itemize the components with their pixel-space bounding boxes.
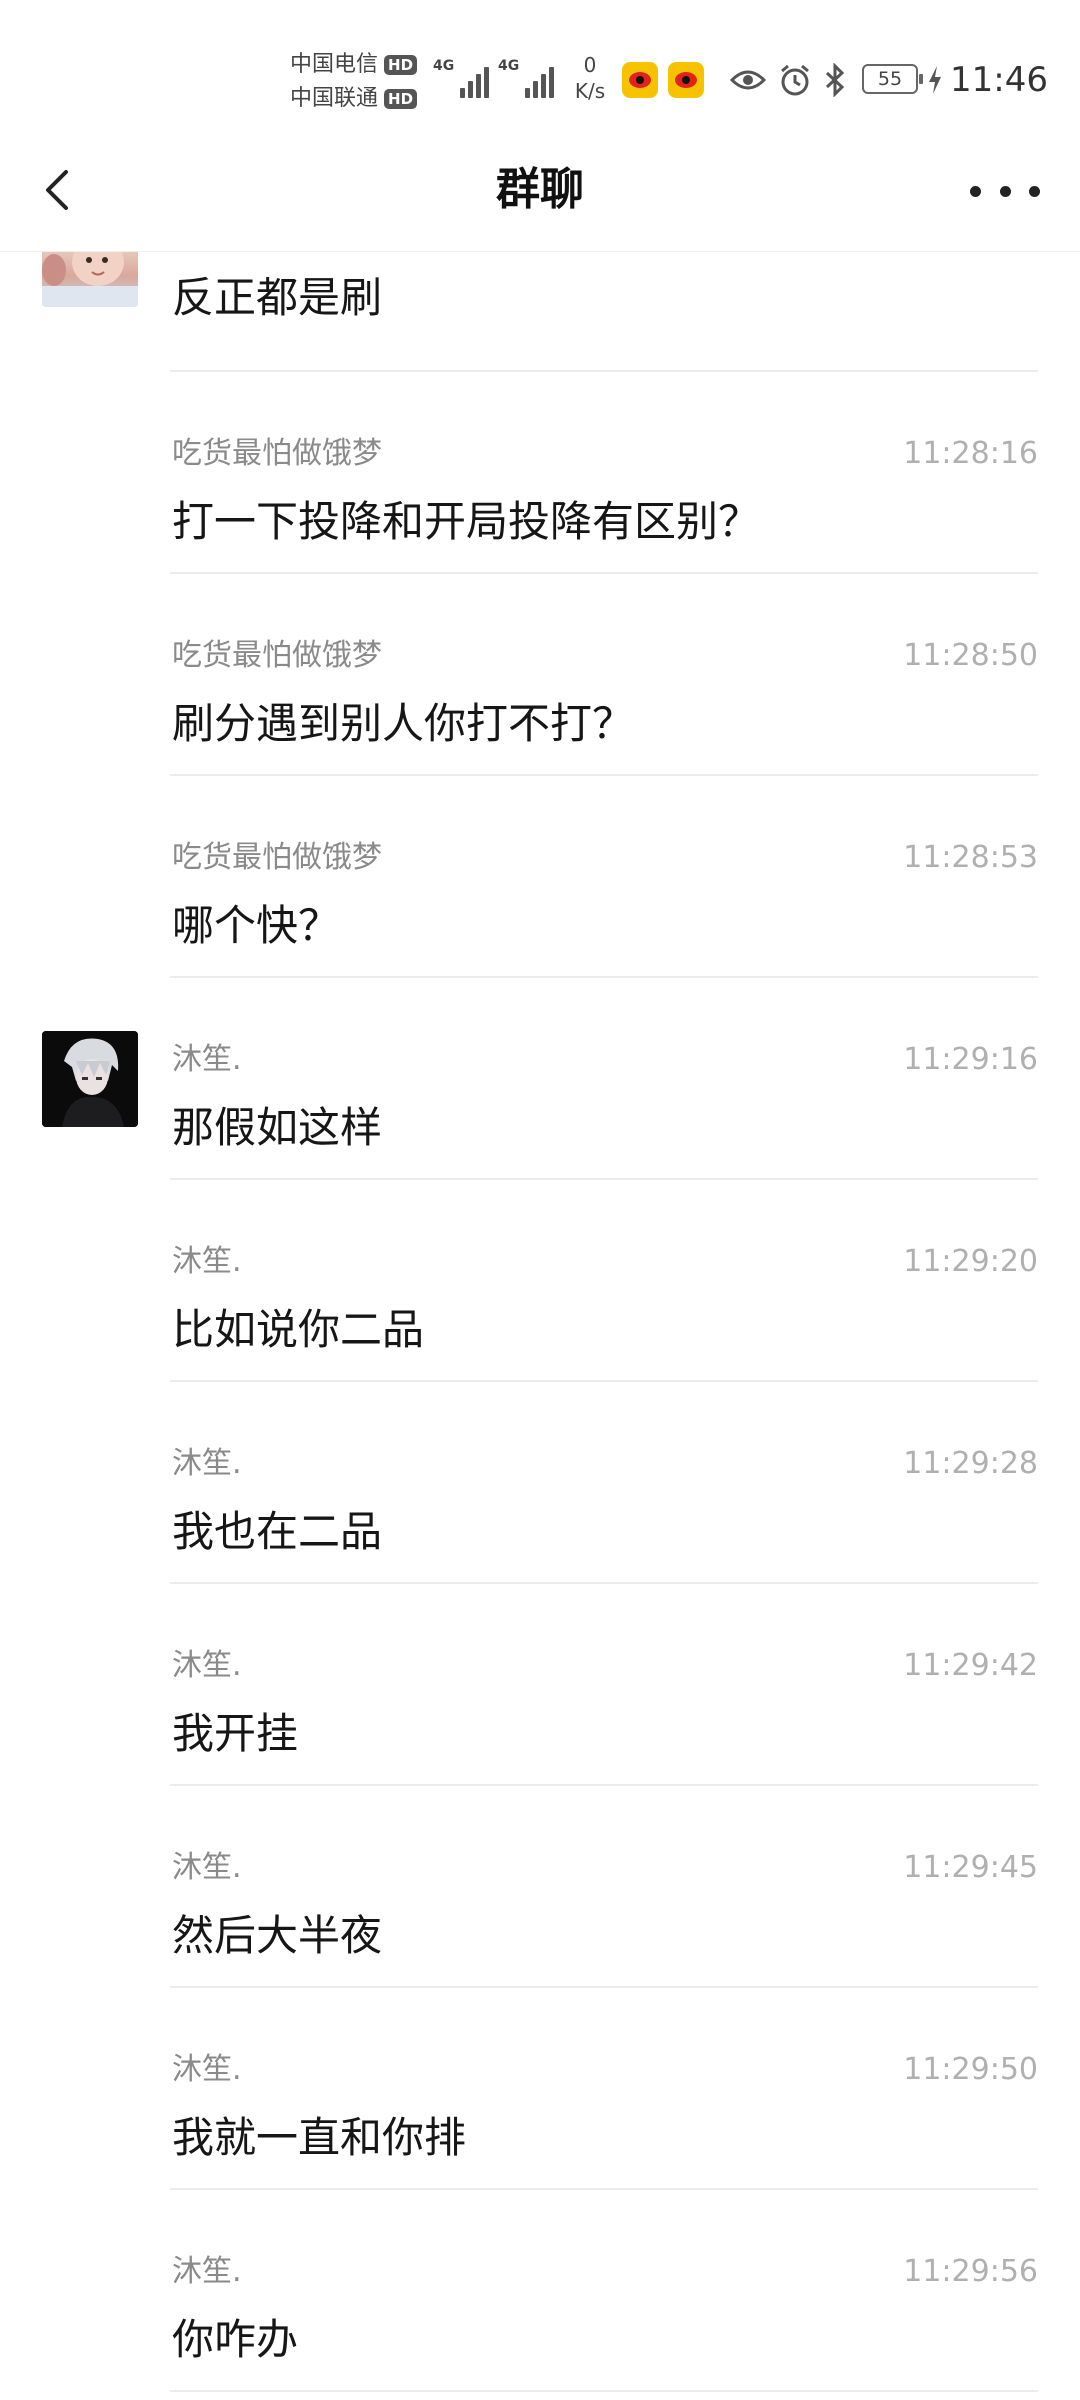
sender-name[interactable]: 沐笙. xyxy=(172,1646,242,1686)
message-row[interactable]: 沐笙. 11:29:16 那假如这样 xyxy=(0,978,1080,1180)
message-body: 沐笙. 11:29:42 我开挂 xyxy=(170,1584,1038,1786)
hd-badge: HD xyxy=(384,89,418,109)
network-speed-value: 0 xyxy=(583,53,597,77)
battery-level: 55 xyxy=(877,68,903,90)
message-body: 沐笙. 11:29:16 那假如这样 xyxy=(170,978,1038,1180)
message-time: 11:29:16 xyxy=(903,1042,1038,1077)
sender-name[interactable]: 沐笙. xyxy=(172,1848,242,1888)
message-row[interactable]: 沐笙. 11:29:56 你咋办 xyxy=(0,2190,1080,2392)
sender-name[interactable]: 沐笙. xyxy=(172,1040,242,1080)
message-text: 然后大半夜 xyxy=(172,1911,383,1960)
page-title: 群聊 xyxy=(496,164,584,215)
eye-comfort-icon xyxy=(728,62,768,98)
sender-name[interactable]: 吃货最怕做饿梦 xyxy=(172,636,382,676)
message-time: 11:29:42 xyxy=(903,1648,1038,1683)
message-list[interactable]: 反正都是刷 吃货最怕做饿梦 11:28:16 打一下投降和开局投降有区别？ 吃货… xyxy=(0,202,1080,2392)
sender-name[interactable]: 沐笙. xyxy=(172,1444,242,1484)
status-time: 11:46 xyxy=(950,60,1048,100)
message-text: 我开挂 xyxy=(172,1709,299,1758)
status-bar: 中国电信 HD 中国联通 HD 4G 4G 0 K/s 55 11:46 xyxy=(0,0,1080,150)
message-body: 沐笙. 11:29:50 我就一直和你排 xyxy=(170,1988,1038,2190)
message-time: 11:28:50 xyxy=(903,638,1038,673)
sender-name[interactable]: 沐笙. xyxy=(172,2252,242,2292)
sender-name[interactable]: 沐笙. xyxy=(172,2050,242,2090)
message-body: 吃货最怕做饿梦 11:28:53 哪个快？ xyxy=(170,776,1038,978)
network-type-label: 4G xyxy=(433,58,455,74)
weibo-notification-icon xyxy=(622,62,658,98)
message-text: 那假如这样 xyxy=(172,1103,383,1152)
message-body: 吃货最怕做饿梦 11:28:50 刷分遇到别人你打不打？ xyxy=(170,574,1038,776)
carrier-1-label: 中国电信 xyxy=(290,52,379,77)
message-text: 哪个快？ xyxy=(172,901,341,950)
message-time: 11:29:28 xyxy=(903,1446,1038,1481)
message-row[interactable]: 沐笙. 11:29:45 然后大半夜 xyxy=(0,1786,1080,1988)
message-body: 沐笙. 11:29:28 我也在二品 xyxy=(170,1382,1038,1584)
dot-icon xyxy=(1029,185,1040,197)
message-row[interactable]: 沐笙. 11:29:50 我就一直和你排 xyxy=(0,1988,1080,2190)
message-text: 比如说你二品 xyxy=(172,1305,425,1354)
message-time: 11:29:50 xyxy=(903,2052,1038,2087)
nav-bar: 群聊 xyxy=(0,130,1080,252)
sender-name[interactable]: 沐笙. xyxy=(172,1242,242,1282)
signal-strength-icon: 4G xyxy=(433,58,490,98)
sender-name[interactable]: 吃货最怕做饿梦 xyxy=(172,838,382,878)
network-speed-unit: K/s xyxy=(574,79,606,103)
bluetooth-icon xyxy=(820,62,850,98)
dot-icon xyxy=(999,185,1011,197)
carrier-info: 中国电信 HD 中国联通 HD xyxy=(290,48,418,116)
message-body: 沐笙. 11:29:20 比如说你二品 xyxy=(170,1180,1038,1382)
message-text: 打一下投降和开局投降有区别？ xyxy=(172,497,761,546)
message-row[interactable]: 吃货最怕做饿梦 11:28:53 哪个快？ xyxy=(0,776,1080,978)
signal-strength-icon: 4G xyxy=(498,58,555,98)
message-time: 11:29:56 xyxy=(903,2254,1038,2289)
message-row[interactable]: 沐笙. 11:29:20 比如说你二品 xyxy=(0,1180,1080,1382)
sender-name[interactable]: 吃货最怕做饿梦 xyxy=(172,434,382,474)
message-time: 11:28:16 xyxy=(903,436,1038,471)
message-body: 沐笙. 11:29:45 然后大半夜 xyxy=(170,1786,1038,1988)
avatar[interactable] xyxy=(42,250,138,307)
message-time: 11:29:20 xyxy=(903,1244,1038,1279)
network-type-label: 4G xyxy=(498,58,520,74)
message-time: 11:28:53 xyxy=(903,840,1038,875)
dot-icon xyxy=(970,185,981,197)
weibo-notification-icon xyxy=(668,62,704,98)
message-row[interactable]: 吃货最怕做饿梦 11:28:16 打一下投降和开局投降有区别？ xyxy=(0,372,1080,574)
message-body: 沐笙. 11:29:56 你咋办 xyxy=(170,2190,1038,2392)
message-text: 我就一直和你排 xyxy=(172,2113,467,2162)
message-row[interactable]: 吃货最怕做饿梦 11:28:50 刷分遇到别人你打不打？ xyxy=(0,574,1080,776)
message-row[interactable]: 沐笙. 11:29:42 我开挂 xyxy=(0,1584,1080,1786)
message-text: 刷分遇到别人你打不打？ xyxy=(172,699,635,748)
battery-icon: 55 xyxy=(862,64,923,94)
network-speed: 0 K/s xyxy=(568,52,612,104)
alarm-icon xyxy=(776,62,814,98)
message-text: 我也在二品 xyxy=(172,1507,383,1556)
hd-badge: HD xyxy=(384,55,418,75)
carrier-2-label: 中国联通 xyxy=(290,86,379,111)
message-time: 11:29:45 xyxy=(903,1850,1038,1885)
avatar[interactable] xyxy=(42,1031,138,1127)
message-row[interactable]: 沐笙. 11:29:28 我也在二品 xyxy=(0,1382,1080,1584)
message-body: 吃货最怕做饿梦 11:28:16 打一下投降和开局投降有区别？ xyxy=(170,372,1038,574)
message-text: 反正都是刷 xyxy=(172,273,383,322)
message-text: 你咋办 xyxy=(172,2315,299,2364)
more-options-button[interactable] xyxy=(970,176,1040,206)
charging-icon xyxy=(926,62,944,98)
